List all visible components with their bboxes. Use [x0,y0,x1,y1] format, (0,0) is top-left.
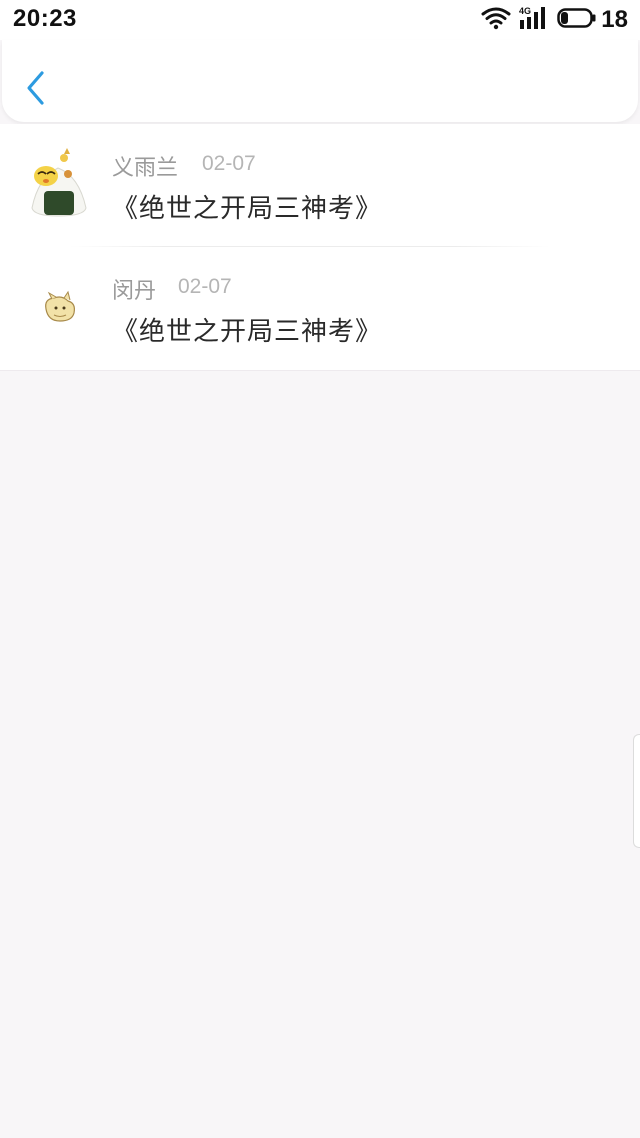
comment-book-title[interactable]: 《绝世之开局三神考》 [112,311,382,348]
onigiri-chick-avatar-icon [31,148,87,217]
side-scroll-handle[interactable] [633,734,640,848]
chevron-left-icon [27,71,44,105]
avatar[interactable] [24,271,94,341]
status-icons: 4G 18 [475,6,628,34]
battery-icon [557,7,597,33]
comment-date: 02-07 [202,152,256,175]
wifi-icon [481,6,511,34]
comment-user-name[interactable]: 义雨兰 [112,150,178,182]
list-item[interactable]: 义雨兰 02-07 《绝世之开局三神考》 [0,124,640,247]
battery-level: 18 [601,6,628,33]
comment-list: 义雨兰 02-07 《绝世之开局三神考》 闵丹 02-07 《绝世之开局三神考》 [0,124,640,371]
back-button[interactable] [20,68,52,108]
comment-date: 02-07 [178,275,232,298]
comment-book-title[interactable]: 《绝世之开局三神考》 [112,188,382,225]
small-creature-avatar-icon [45,290,75,322]
signal-icon: 4G [517,5,551,35]
status-bar: 20:23 4G 18 [0,0,640,40]
comment-user-name[interactable]: 闵丹 [112,273,156,305]
network-type-label: 4G [519,6,531,16]
status-time: 20:23 [13,5,77,32]
top-nav-bar [2,40,638,122]
list-item[interactable]: 闵丹 02-07 《绝世之开局三神考》 [0,247,640,370]
avatar[interactable] [24,148,94,218]
